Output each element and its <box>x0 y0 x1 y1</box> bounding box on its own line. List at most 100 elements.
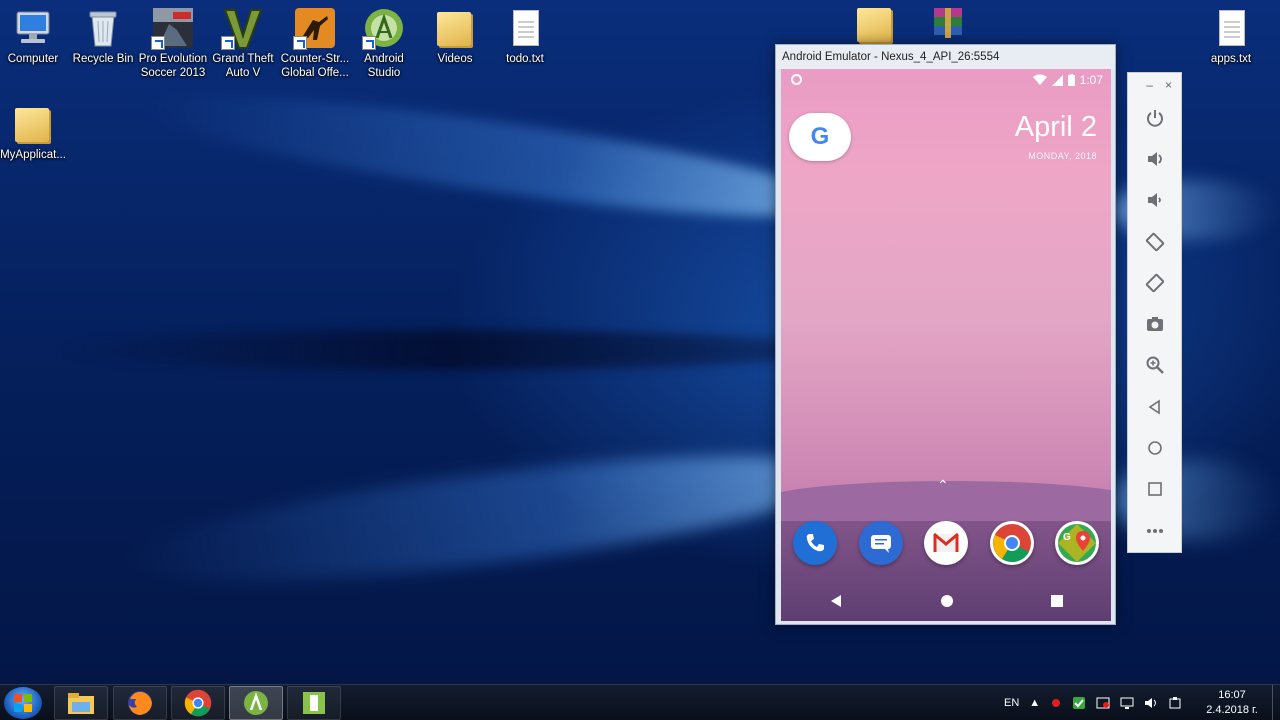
desktop-icon-pes-2013[interactable]: Pro Evolution Soccer 2013 <box>137 6 209 80</box>
folder-icon <box>853 2 897 46</box>
shortcut-arrow-icon <box>221 36 235 50</box>
back-icon <box>1148 399 1160 415</box>
show-desktop-button[interactable] <box>1272 685 1280 720</box>
toolbar-close-button[interactable]: × <box>1165 78 1172 92</box>
battery-icon <box>1067 74 1075 86</box>
clock-date: 2.4.2018 г. <box>1206 704 1258 716</box>
notification-dot-icon <box>791 74 802 85</box>
system-tray: EN ▲ <box>1004 685 1182 720</box>
start-button[interactable] <box>4 687 42 719</box>
taskbar-emulator[interactable] <box>287 686 341 720</box>
taskbar-android-studio[interactable] <box>229 686 283 720</box>
rotate-left-icon <box>1145 232 1164 251</box>
computer-icon <box>11 6 55 50</box>
volume-up-icon <box>1147 151 1162 166</box>
more-button[interactable] <box>1128 510 1181 551</box>
home-button[interactable] <box>1128 427 1181 468</box>
back-button[interactable] <box>1128 386 1181 427</box>
desktop-icon-label: Grand Theft Auto V <box>212 53 274 79</box>
recycle-bin-icon <box>81 6 125 50</box>
pes-game-icon <box>151 6 195 50</box>
desktop-icon-label: Counter-Str... Global Offe... <box>280 53 350 79</box>
record-icon[interactable] <box>1050 697 1062 709</box>
desktop-icon-gta-v[interactable]: Grand Theft Auto V <box>207 6 279 80</box>
desktop-icon-myapplication[interactable]: MyApplicat... <box>0 102 69 162</box>
security-check-icon[interactable] <box>1072 696 1086 710</box>
screenshot-button[interactable] <box>1128 303 1181 344</box>
messages-app-icon[interactable] <box>858 521 903 565</box>
taskbar: EN ▲ 16:07 2.4.2018 г. <box>0 684 1280 720</box>
language-indicator[interactable]: EN <box>1004 697 1019 709</box>
toolbar-minimize-button[interactable]: – <box>1146 78 1153 92</box>
wallpaper-light-beam <box>119 430 846 608</box>
tray-expand-icon[interactable]: ▲ <box>1029 697 1040 709</box>
android-status-bar: 1:07 <box>781 69 1111 91</box>
desktop-icon-computer[interactable]: Computer <box>0 6 69 66</box>
emulator-toolbar: – × <box>1127 72 1182 553</box>
desktop-icon-winrar-archive[interactable] <box>912 2 984 46</box>
android-home-screen[interactable]: 1:07 G April 2 MONDAY, 2018 ⌃ G <box>781 69 1111 621</box>
overview-button[interactable] <box>1128 469 1181 510</box>
power-button[interactable] <box>1128 97 1181 138</box>
power-icon <box>1146 109 1163 127</box>
desktop-icon-todo-txt[interactable]: todo.txt <box>489 6 561 66</box>
desktop-icon-label: Videos <box>437 53 473 65</box>
taskbar-firefox[interactable] <box>113 686 167 720</box>
explorer-icon <box>68 693 94 714</box>
nav-back-icon[interactable] <box>829 594 843 608</box>
folder-icon <box>433 6 477 50</box>
app-drawer-arrow-icon[interactable]: ⌃ <box>937 477 949 494</box>
desktop-icon-label: MyApplicat... <box>0 149 66 161</box>
app-dock: G <box>793 521 1099 565</box>
taskbar-explorer[interactable] <box>54 686 108 720</box>
windows-logo-icon <box>14 694 32 712</box>
desktop-icon-apps-txt[interactable]: apps.txt <box>1195 6 1267 66</box>
camera-icon <box>1146 317 1163 332</box>
nav-home-icon[interactable] <box>940 594 954 608</box>
taskbar-clock[interactable]: 16:07 2.4.2018 г. <box>1200 688 1264 718</box>
home-icon <box>1147 441 1162 455</box>
android-studio-taskbar-icon <box>244 691 268 715</box>
taskbar-chrome[interactable] <box>171 686 225 720</box>
status-time: 1:07 <box>1079 73 1103 87</box>
text-file-icon <box>1209 6 1253 50</box>
chrome-app-icon[interactable] <box>989 521 1034 565</box>
desktop-icon-recycle-bin[interactable]: Recycle Bin <box>67 6 139 66</box>
gta-v-icon <box>221 6 265 50</box>
emulator-window[interactable]: Android Emulator - Nexus_4_API_26:5554 1… <box>775 44 1116 625</box>
desktop-icon-folder[interactable] <box>839 2 911 46</box>
phone-app-icon[interactable] <box>793 521 837 565</box>
shortcut-arrow-icon <box>362 36 376 50</box>
emulator-titlebar[interactable]: Android Emulator - Nexus_4_API_26:5554 <box>776 45 1115 69</box>
gmail-app-icon[interactable] <box>924 521 968 565</box>
zoom-icon <box>1146 356 1164 375</box>
desktop-icon-csgo[interactable]: Counter-Str... Global Offe... <box>279 6 351 80</box>
desktop-icon-label: Recycle Bin <box>72 53 134 65</box>
text-file-icon <box>503 6 547 50</box>
folder-icon <box>11 102 55 146</box>
date-widget-date[interactable]: April 2 <box>1015 111 1097 144</box>
desktop-icon-label: Pro Evolution Soccer 2013 <box>138 53 208 79</box>
desktop-icon-videos[interactable]: Videos <box>419 6 491 66</box>
power-plug-icon[interactable] <box>1168 696 1182 710</box>
zoom-button[interactable] <box>1128 345 1181 386</box>
desktop-icon-label: Computer <box>7 53 59 65</box>
action-center-icon[interactable] <box>1096 696 1110 710</box>
winrar-archive-icon <box>926 2 970 46</box>
volume-up-button[interactable] <box>1128 138 1181 179</box>
google-search-widget[interactable]: G <box>789 113 851 161</box>
nav-overview-icon[interactable] <box>1050 595 1063 607</box>
overview-icon <box>1147 482 1162 497</box>
speaker-icon[interactable] <box>1144 696 1158 710</box>
desktop-icon-android-studio[interactable]: Android Studio <box>348 6 420 80</box>
rotate-right-icon <box>1145 273 1164 292</box>
volume-down-button[interactable] <box>1128 180 1181 221</box>
shortcut-arrow-icon <box>151 36 165 50</box>
desktop-icon-label: apps.txt <box>1210 53 1252 65</box>
clock-time: 16:07 <box>1218 689 1246 701</box>
rotate-right-button[interactable] <box>1128 262 1181 303</box>
rotate-left-button[interactable] <box>1128 221 1181 262</box>
desktop-icon-label: todo.txt <box>506 53 544 65</box>
network-icon[interactable] <box>1120 696 1134 710</box>
maps-app-icon[interactable]: G <box>1055 521 1099 565</box>
